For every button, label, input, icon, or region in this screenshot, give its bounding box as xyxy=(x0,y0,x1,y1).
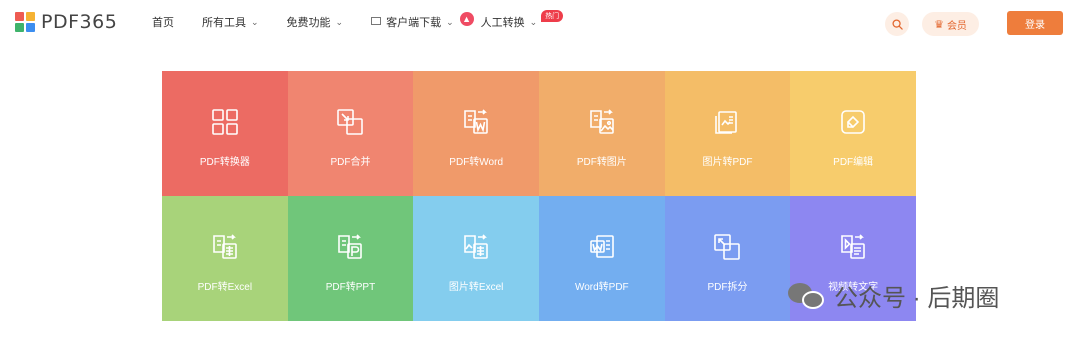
tool-tile-pdf-to-image[interactable]: PDF转图片 xyxy=(538,71,665,196)
watermark-text: 公众号 · 后期圈 xyxy=(834,285,1000,312)
nav-home[interactable]: 首页 xyxy=(152,14,174,30)
image-to-pdf-icon xyxy=(713,108,741,136)
nav-all-tools-label: 所有工具 xyxy=(202,17,246,29)
top-navigation-bar: PDF365 首页 所有工具 ⌄ 免费功能 ⌄ 客户端下载 ⌄ ▲ 人工转换 ⌄… xyxy=(0,0,1080,48)
tool-tile-pdf-to-excel[interactable]: PDF转Excel xyxy=(162,196,288,321)
wechat-icon xyxy=(788,281,826,311)
edit-icon xyxy=(839,108,867,136)
logo-text: PDF365 xyxy=(41,11,118,33)
tool-tile-word-to-pdf[interactable]: Word转PDF xyxy=(538,196,665,321)
crown-icon: ♛ xyxy=(934,18,944,31)
split-icon xyxy=(713,233,741,261)
tool-tile-pdf-edit[interactable]: PDF编辑 xyxy=(790,71,916,196)
tool-label: PDF转Word xyxy=(449,157,504,168)
tool-label: Word转PDF xyxy=(574,282,629,293)
nav-manual-conversion[interactable]: ▲ 人工转换 ⌄ 热门 xyxy=(459,10,564,30)
tool-tile-image-to-pdf[interactable]: 图片转PDF xyxy=(664,71,791,196)
logo-mark-icon xyxy=(15,12,35,32)
tool-tile-image-to-excel[interactable]: 图片转Excel xyxy=(413,196,539,321)
tool-tile-pdf-to-word[interactable]: PDF转Word xyxy=(413,71,539,196)
image-doc-icon xyxy=(588,108,616,136)
tool-label: PDF转Excel xyxy=(197,282,253,293)
tool-label: 图片转Excel xyxy=(448,282,504,293)
nav-download-label: 客户端下载 xyxy=(386,17,442,29)
nav-free-label: 免费功能 xyxy=(286,17,331,29)
tool-tile-pdf-to-ppt[interactable]: PDF转PPT xyxy=(287,196,414,321)
vip-member-button[interactable]: ♛ 会员 xyxy=(922,12,979,36)
chevron-down-icon: ⌄ xyxy=(529,16,538,27)
tool-label: PDF转图片 xyxy=(576,157,627,168)
nav-manual-label: 人工转换 xyxy=(480,17,525,29)
word-doc-icon xyxy=(462,108,490,136)
chevron-down-icon: ⌄ xyxy=(335,16,344,27)
brand-logo[interactable]: PDF365 xyxy=(15,11,117,33)
tool-tile-pdf-split[interactable]: PDF拆分 xyxy=(664,196,791,321)
chevron-down-icon: ⌄ xyxy=(251,16,259,27)
merge-icon xyxy=(336,108,364,136)
search-icon xyxy=(891,18,903,30)
image-excel-icon xyxy=(462,233,490,261)
tool-tile-pdf-merge[interactable]: PDF合并 xyxy=(287,71,414,196)
monitor-icon xyxy=(371,17,382,25)
tool-label: PDF转PPT xyxy=(325,282,376,293)
search-button[interactable] xyxy=(885,12,909,36)
tool-label: PDF拆分 xyxy=(707,282,748,293)
tool-label: PDF编辑 xyxy=(833,157,874,168)
nav-free-features[interactable]: 免费功能 ⌄ xyxy=(287,14,344,30)
grid-icon xyxy=(211,108,239,136)
hot-badge: 热门 xyxy=(541,10,564,22)
nav-all-tools[interactable]: 所有工具 ⌄ xyxy=(202,14,259,30)
chevron-down-icon: ⌄ xyxy=(446,16,454,27)
main-nav: 首页 所有工具 ⌄ 免费功能 ⌄ 客户端下载 ⌄ ▲ 人工转换 ⌄ 热门 xyxy=(152,10,591,30)
word-to-pdf-icon xyxy=(588,233,616,261)
tool-label: PDF转换器 xyxy=(199,157,250,168)
nav-home-label: 首页 xyxy=(152,17,174,29)
tool-label: PDF合并 xyxy=(330,157,371,168)
video-text-icon xyxy=(839,233,867,261)
wechat-watermark: 公众号 · 后期圈 xyxy=(788,278,999,313)
nav-client-download[interactable]: 客户端下载 ⌄ xyxy=(371,14,454,30)
login-button[interactable]: 登录 xyxy=(1007,11,1063,35)
vip-label: 会员 xyxy=(946,20,967,32)
ppt-doc-icon xyxy=(336,233,364,261)
tool-label: 图片转PDF xyxy=(702,157,753,168)
excel-doc-icon xyxy=(211,233,239,261)
tool-tile-pdf-converter[interactable]: PDF转换器 xyxy=(162,71,288,196)
fire-icon: ▲ xyxy=(459,12,474,26)
